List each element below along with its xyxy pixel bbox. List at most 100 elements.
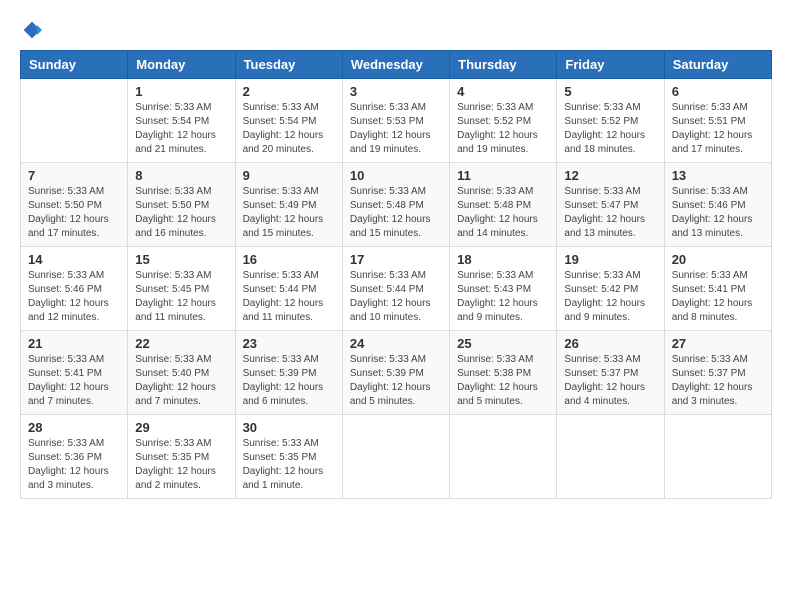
calendar-cell: 8 Sunrise: 5:33 AMSunset: 5:50 PMDaylight… <box>128 163 235 247</box>
day-number: 17 <box>350 252 442 267</box>
day-number: 13 <box>672 168 764 183</box>
day-info: Sunrise: 5:33 AMSunset: 5:52 PMDaylight:… <box>564 101 656 157</box>
day-info: Sunrise: 5:33 AMSunset: 5:41 PMDaylight:… <box>28 353 120 409</box>
calendar-cell: 5 Sunrise: 5:33 AMSunset: 5:52 PMDaylight… <box>557 79 664 163</box>
calendar-header-row: SundayMondayTuesdayWednesdayThursdayFrid… <box>21 51 772 79</box>
day-info: Sunrise: 5:33 AMSunset: 5:41 PMDaylight:… <box>672 269 764 325</box>
column-header-friday: Friday <box>557 51 664 79</box>
calendar-cell: 19Sunrise: 5:33 AMSunset: 5:42 PMDayligh… <box>557 247 664 331</box>
day-number: 29 <box>135 420 227 435</box>
day-number: 1 <box>135 84 227 99</box>
week-row-2: 7 Sunrise: 5:33 AMSunset: 5:50 PMDaylight… <box>21 163 772 247</box>
day-number: 5 <box>564 84 656 99</box>
calendar-cell: 30 Sunrise: 5:33 AMSunset: 5:35 PMDayligh… <box>235 415 342 499</box>
day-number: 28 <box>28 420 120 435</box>
calendar-cell: 21Sunrise: 5:33 AMSunset: 5:41 PMDayligh… <box>21 331 128 415</box>
day-info: Sunrise: 5:33 AMSunset: 5:39 PMDaylight:… <box>243 353 335 409</box>
calendar-cell: 6 Sunrise: 5:33 AMSunset: 5:51 PMDaylight… <box>664 79 771 163</box>
day-number: 15 <box>135 252 227 267</box>
day-number: 23 <box>243 336 335 351</box>
column-header-saturday: Saturday <box>664 51 771 79</box>
calendar-cell: 29Sunrise: 5:33 AMSunset: 5:35 PMDayligh… <box>128 415 235 499</box>
calendar-cell: 20 Sunrise: 5:33 AMSunset: 5:41 PMDayligh… <box>664 247 771 331</box>
calendar-cell <box>450 415 557 499</box>
calendar-cell: 23 Sunrise: 5:33 AMSunset: 5:39 PMDayligh… <box>235 331 342 415</box>
day-info: Sunrise: 5:33 AMSunset: 5:51 PMDaylight:… <box>672 101 764 157</box>
day-number: 30 <box>243 420 335 435</box>
week-row-1: 1 Sunrise: 5:33 AMSunset: 5:54 PMDaylight… <box>21 79 772 163</box>
day-info: Sunrise: 5:33 AMSunset: 5:52 PMDaylight:… <box>457 101 549 157</box>
day-info: Sunrise: 5:33 AMSunset: 5:44 PMDaylight:… <box>243 269 335 325</box>
calendar-cell: 4Sunrise: 5:33 AMSunset: 5:52 PMDaylight… <box>450 79 557 163</box>
day-number: 26 <box>564 336 656 351</box>
day-number: 16 <box>243 252 335 267</box>
day-number: 25 <box>457 336 549 351</box>
day-info: Sunrise: 5:33 AMSunset: 5:38 PMDaylight:… <box>457 353 549 409</box>
page-header <box>20 20 772 40</box>
day-info: Sunrise: 5:33 AMSunset: 5:46 PMDaylight:… <box>672 185 764 241</box>
calendar-cell: 2 Sunrise: 5:33 AMSunset: 5:54 PMDaylight… <box>235 79 342 163</box>
calendar-cell: 13 Sunrise: 5:33 AMSunset: 5:46 PMDayligh… <box>664 163 771 247</box>
day-number: 2 <box>243 84 335 99</box>
calendar-cell: 10 Sunrise: 5:33 AMSunset: 5:48 PMDayligh… <box>342 163 449 247</box>
week-row-5: 28 Sunrise: 5:33 AMSunset: 5:36 PMDayligh… <box>21 415 772 499</box>
column-header-tuesday: Tuesday <box>235 51 342 79</box>
day-number: 7 <box>28 168 120 183</box>
day-number: 22 <box>135 336 227 351</box>
day-info: Sunrise: 5:33 AMSunset: 5:54 PMDaylight:… <box>135 101 227 157</box>
day-info: Sunrise: 5:33 AMSunset: 5:43 PMDaylight:… <box>457 269 549 325</box>
day-info: Sunrise: 5:33 AMSunset: 5:48 PMDaylight:… <box>350 185 442 241</box>
column-header-wednesday: Wednesday <box>342 51 449 79</box>
day-number: 10 <box>350 168 442 183</box>
calendar-cell: 28 Sunrise: 5:33 AMSunset: 5:36 PMDayligh… <box>21 415 128 499</box>
calendar-cell: 27 Sunrise: 5:33 AMSunset: 5:37 PMDayligh… <box>664 331 771 415</box>
calendar-cell: 9 Sunrise: 5:33 AMSunset: 5:49 PMDaylight… <box>235 163 342 247</box>
calendar-cell: 17 Sunrise: 5:33 AMSunset: 5:44 PMDayligh… <box>342 247 449 331</box>
day-number: 20 <box>672 252 764 267</box>
calendar-cell: 1 Sunrise: 5:33 AMSunset: 5:54 PMDaylight… <box>128 79 235 163</box>
calendar-cell: 12 Sunrise: 5:33 AMSunset: 5:47 PMDayligh… <box>557 163 664 247</box>
day-number: 3 <box>350 84 442 99</box>
day-number: 18 <box>457 252 549 267</box>
day-info: Sunrise: 5:33 AMSunset: 5:36 PMDaylight:… <box>28 437 120 493</box>
day-number: 9 <box>243 168 335 183</box>
calendar-cell: 25 Sunrise: 5:33 AMSunset: 5:38 PMDayligh… <box>450 331 557 415</box>
day-number: 14 <box>28 252 120 267</box>
week-row-3: 14Sunrise: 5:33 AMSunset: 5:46 PMDayligh… <box>21 247 772 331</box>
day-number: 12 <box>564 168 656 183</box>
day-info: Sunrise: 5:33 AMSunset: 5:44 PMDaylight:… <box>350 269 442 325</box>
day-number: 24 <box>350 336 442 351</box>
day-info: Sunrise: 5:33 AMSunset: 5:50 PMDaylight:… <box>135 185 227 241</box>
column-header-thursday: Thursday <box>450 51 557 79</box>
calendar-cell: 3 Sunrise: 5:33 AMSunset: 5:53 PMDaylight… <box>342 79 449 163</box>
calendar-cell: 15 Sunrise: 5:33 AMSunset: 5:45 PMDayligh… <box>128 247 235 331</box>
calendar-cell: 26 Sunrise: 5:33 AMSunset: 5:37 PMDayligh… <box>557 331 664 415</box>
day-number: 19 <box>564 252 656 267</box>
day-info: Sunrise: 5:33 AMSunset: 5:40 PMDaylight:… <box>135 353 227 409</box>
calendar-cell: 18 Sunrise: 5:33 AMSunset: 5:43 PMDayligh… <box>450 247 557 331</box>
day-info: Sunrise: 5:33 AMSunset: 5:49 PMDaylight:… <box>243 185 335 241</box>
week-row-4: 21Sunrise: 5:33 AMSunset: 5:41 PMDayligh… <box>21 331 772 415</box>
day-info: Sunrise: 5:33 AMSunset: 5:54 PMDaylight:… <box>243 101 335 157</box>
day-info: Sunrise: 5:33 AMSunset: 5:47 PMDaylight:… <box>564 185 656 241</box>
logo <box>20 20 42 40</box>
day-info: Sunrise: 5:33 AMSunset: 5:50 PMDaylight:… <box>28 185 120 241</box>
day-info: Sunrise: 5:33 AMSunset: 5:39 PMDaylight:… <box>350 353 442 409</box>
day-info: Sunrise: 5:33 AMSunset: 5:45 PMDaylight:… <box>135 269 227 325</box>
calendar-cell: 24 Sunrise: 5:33 AMSunset: 5:39 PMDayligh… <box>342 331 449 415</box>
day-info: Sunrise: 5:33 AMSunset: 5:35 PMDaylight:… <box>243 437 335 493</box>
day-number: 27 <box>672 336 764 351</box>
calendar-table: SundayMondayTuesdayWednesdayThursdayFrid… <box>20 50 772 499</box>
day-info: Sunrise: 5:33 AMSunset: 5:37 PMDaylight:… <box>564 353 656 409</box>
calendar-cell: 16 Sunrise: 5:33 AMSunset: 5:44 PMDayligh… <box>235 247 342 331</box>
day-info: Sunrise: 5:33 AMSunset: 5:53 PMDaylight:… <box>350 101 442 157</box>
day-info: Sunrise: 5:33 AMSunset: 5:37 PMDaylight:… <box>672 353 764 409</box>
day-number: 6 <box>672 84 764 99</box>
calendar-cell <box>557 415 664 499</box>
day-number: 11 <box>457 168 549 183</box>
calendar-cell <box>21 79 128 163</box>
calendar-cell <box>342 415 449 499</box>
column-header-monday: Monday <box>128 51 235 79</box>
day-number: 8 <box>135 168 227 183</box>
calendar-cell: 14Sunrise: 5:33 AMSunset: 5:46 PMDayligh… <box>21 247 128 331</box>
